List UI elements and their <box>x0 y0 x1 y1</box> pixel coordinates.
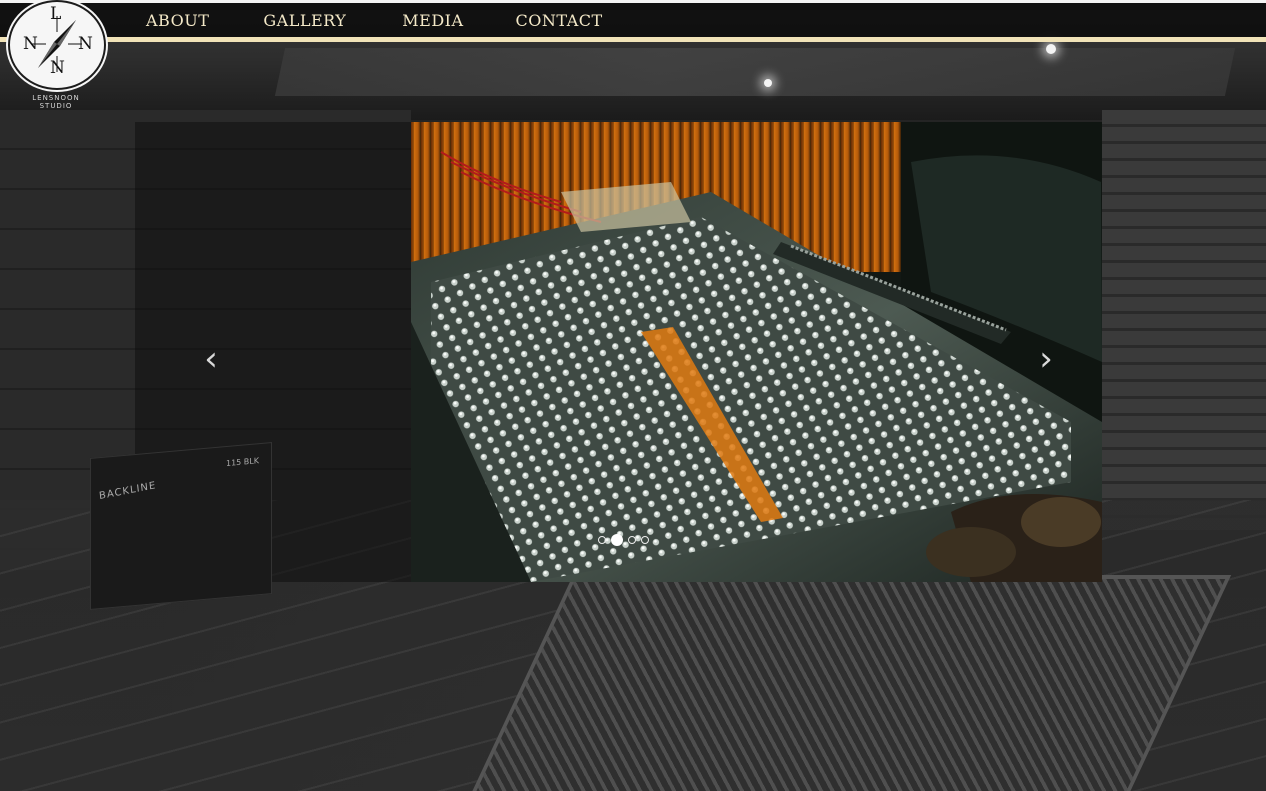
background-right-wall <box>1102 110 1266 530</box>
carousel-next-button[interactable]: › <box>1034 342 1058 376</box>
carousel-prev-button[interactable]: ‹ <box>199 342 223 376</box>
carousel-indicator[interactable] <box>598 536 606 544</box>
nav-item-media[interactable]: MEDIA <box>386 11 479 30</box>
background-rug <box>466 575 1232 791</box>
nav-item-about[interactable]: ABOUT <box>130 11 225 30</box>
topbar-underline <box>0 37 1266 42</box>
carousel-indicator-active[interactable] <box>611 534 623 546</box>
background-ceiling-panel <box>274 48 1236 96</box>
amp-label-text: BACKLINE <box>98 480 157 503</box>
ceiling-light <box>764 79 772 87</box>
carousel-indicator[interactable] <box>641 536 649 544</box>
nav-item-gallery[interactable]: GALLERY <box>247 11 362 30</box>
site-logo[interactable]: L N N N LENSNOON STUDIO <box>8 0 106 112</box>
carousel-indicators <box>598 533 649 547</box>
logo-subtitle-line1: LENSNOON <box>32 94 80 102</box>
carousel-indicator[interactable] <box>628 536 636 544</box>
logo-letter-left: N <box>23 34 38 54</box>
page: 115 BLK BACKLINE ABOUT GALLERY MEDIA CON… <box>0 0 1266 791</box>
background-amplifier: 115 BLK BACKLINE <box>90 442 272 610</box>
ceiling-light <box>1046 44 1056 54</box>
main-navigation: ABOUT GALLERY MEDIA CONTACT <box>130 3 619 37</box>
logo-letter-top: L <box>50 4 62 24</box>
logo-subtitle-line2: STUDIO <box>39 102 73 110</box>
logo-subtitle: LENSNOON STUDIO <box>8 94 104 110</box>
carousel-slide-image-mixing-console <box>411 122 1102 582</box>
logo-emblem: L N N N <box>8 0 106 90</box>
logo-letter-bottom: N <box>50 58 65 78</box>
amp-model-text: 115 BLK <box>225 456 259 469</box>
logo-letter-right: N <box>78 34 93 54</box>
image-carousel[interactable] <box>411 122 1102 582</box>
nav-item-contact[interactable]: CONTACT <box>500 11 619 30</box>
